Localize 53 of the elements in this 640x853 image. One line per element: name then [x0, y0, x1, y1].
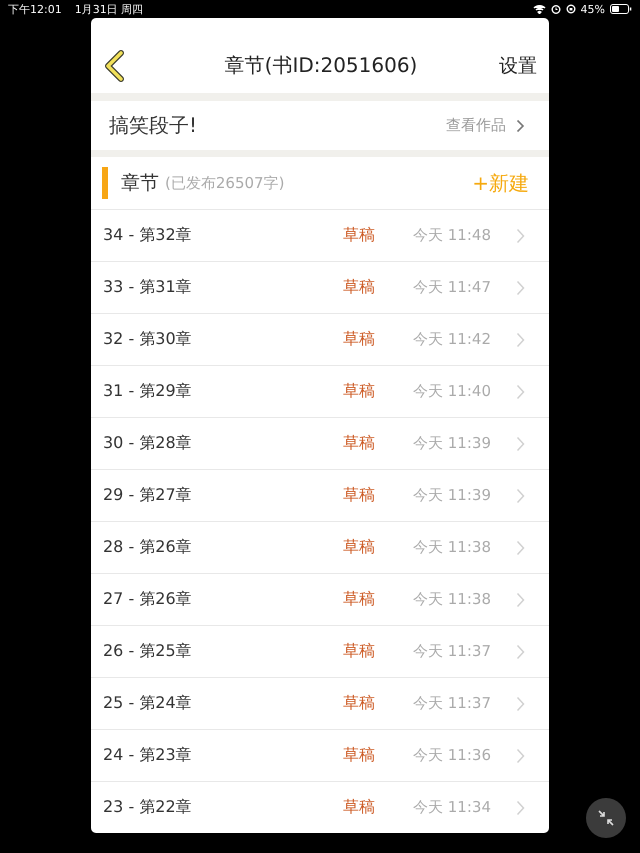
draft-status: 草稿: [343, 641, 376, 662]
word-count: (已发布26507字): [165, 174, 284, 192]
draft-status: 草稿: [343, 745, 376, 766]
chapter-name[interactable]: 29 - 第27章: [103, 485, 343, 506]
draft-status: 草稿: [343, 485, 376, 506]
draft-status: 草稿: [343, 693, 376, 714]
chapter-name[interactable]: 24 - 第23章: [103, 745, 343, 766]
draft-status: 草稿: [343, 329, 376, 350]
chapter-name[interactable]: 23 - 第22章: [103, 797, 343, 818]
draft-status: 草稿: [343, 589, 376, 610]
chapter-time: 今天 11:39: [413, 434, 492, 453]
chapter-name[interactable]: 33 - 第31章: [103, 277, 343, 298]
chapter-name[interactable]: 27 - 第26章: [103, 589, 343, 610]
chapter-name[interactable]: 25 - 第24章: [103, 693, 343, 714]
book-title: 搞笑段子!: [109, 112, 198, 139]
chapter-time: 今天 11:39: [413, 486, 492, 505]
draft-status: 草稿: [343, 797, 376, 818]
section-marker: [102, 167, 108, 199]
chapter-time: 今天 11:47: [413, 278, 492, 297]
chapter-time: 今天 11:36: [413, 746, 492, 765]
battery-percent: 45%: [580, 2, 605, 16]
chapter-name[interactable]: 26 - 第25章: [103, 641, 343, 662]
chapter-time: 今天 11:34: [413, 798, 492, 817]
chevron-right-icon[interactable]: [516, 118, 525, 132]
wifi-icon: [532, 4, 546, 14]
chapter-time: 今天 11:38: [413, 590, 492, 609]
chapter-name[interactable]: 28 - 第26章: [103, 537, 343, 558]
battery-icon: [610, 4, 632, 14]
chapter-time: 今天 11:37: [413, 642, 492, 661]
chapter-time: 今天 11:48: [413, 226, 492, 245]
chapter-time: 今天 11:38: [413, 538, 492, 557]
chapter-name[interactable]: 34 - 第32章: [103, 225, 343, 246]
chapter-name[interactable]: 32 - 第30章: [103, 329, 343, 350]
alarm-icon: [550, 4, 561, 14]
rotation-lock-icon: [566, 4, 576, 14]
draft-status: 草稿: [343, 225, 376, 246]
draft-status: 草稿: [343, 433, 376, 454]
draft-status: 草稿: [343, 381, 376, 402]
status-date: 1月31日 周四: [74, 2, 144, 16]
status-time: 下午12:01: [8, 2, 62, 16]
draft-status: 草稿: [343, 537, 376, 558]
minimize-button[interactable]: [586, 798, 626, 838]
chapter-name[interactable]: 30 - 第28章: [103, 433, 343, 454]
collapse-arrows-icon: [597, 809, 615, 827]
chapter-name[interactable]: 31 - 第29章: [103, 381, 343, 402]
chapter-time: 今天 11:37: [413, 694, 492, 713]
settings-button[interactable]: 设置: [499, 52, 537, 78]
chapter-time: 今天 11:40: [413, 382, 492, 401]
section-title: 章节: [121, 171, 159, 196]
draft-status: 草稿: [343, 277, 376, 298]
page-title: 章节(书ID:2051606): [224, 52, 418, 79]
chapter-time: 今天 11:42: [413, 330, 492, 349]
back-chevron-icon[interactable]: [103, 50, 125, 82]
